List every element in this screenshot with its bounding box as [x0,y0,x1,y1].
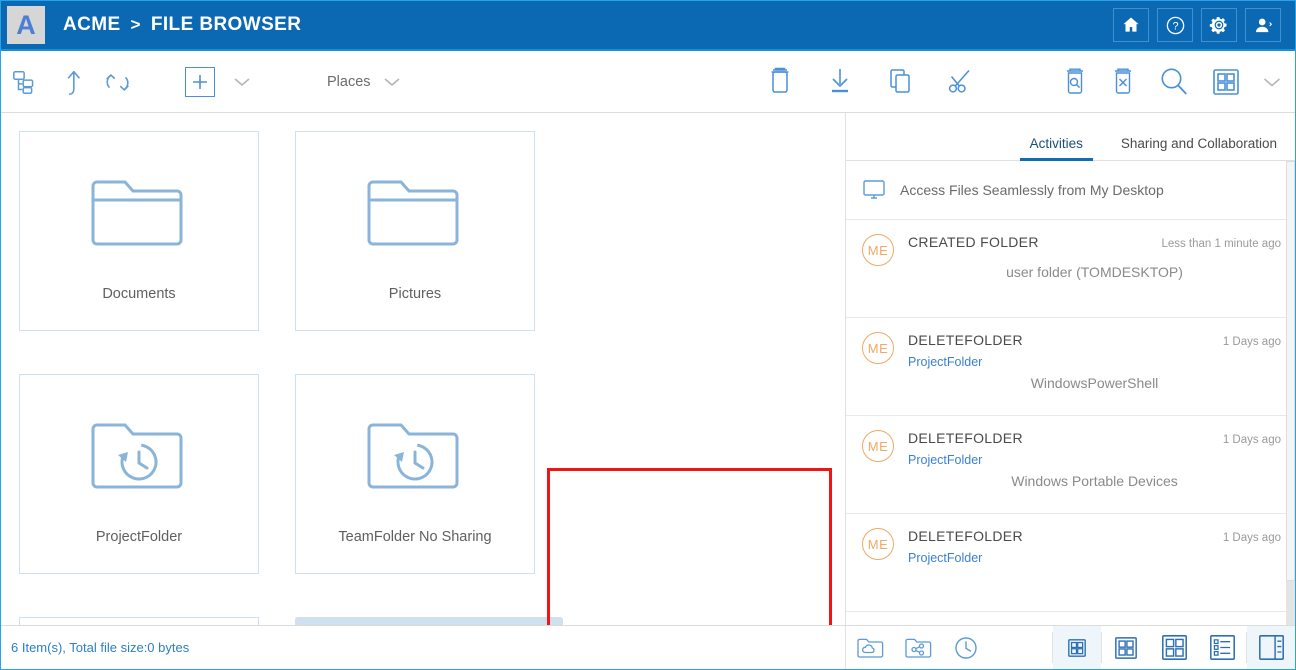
status-text: 6 Item(s), Total file size:0 bytes [1,626,846,669]
file-browser-window: A ACME > FILE BROWSER ? Places Documents… [0,0,1296,670]
places-dropdown[interactable]: Places [327,74,401,90]
up-arrow-icon[interactable] [57,60,85,104]
file-tile-user-folder[interactable]: user folder (TOMDESKTOP) [295,617,571,625]
logo-letter: A [16,9,36,40]
toolbar-chevron-down-icon[interactable] [1261,71,1283,93]
activities-scrollbar-thumb[interactable] [1286,161,1295,581]
main-body: Documents Pictures ProjectFolder TeamFol… [1,113,1295,625]
folder-plain-icon [87,160,191,270]
activity-item[interactable]: ME CREATED FOLDER Less than 1 minute ago… [846,220,1295,318]
file-tile-pictures[interactable]: Pictures [295,131,571,374]
user-icon[interactable] [1245,8,1281,42]
view-large-grid-icon[interactable] [1150,626,1198,669]
activity-time: 1 Days ago [1222,434,1281,446]
trash-icon[interactable] [765,60,795,104]
tab-label: Activities [1029,136,1083,151]
panel-tabs: Activities Sharing and Collaboration [846,113,1295,161]
file-tile-documents[interactable]: Documents [19,131,295,374]
toolbar-left-group: Places [1,60,401,104]
file-grid-pane: Documents Pictures ProjectFolder TeamFol… [1,113,846,625]
scissors-icon[interactable] [945,60,975,104]
activities-pane: Activities Sharing and Collaboration Acc… [846,113,1295,625]
avatar: ME [862,528,894,560]
home-icon[interactable] [1113,8,1149,42]
cloud-folder-icon[interactable] [846,626,894,669]
activity-detail: Windows Portable Devices [1011,473,1178,489]
trash-empty-icon[interactable] [1109,60,1137,104]
footer-tools [846,626,1295,669]
add-chevron-down-icon[interactable] [231,71,253,93]
places-chevron-down-icon [383,76,401,88]
search-icon[interactable] [1157,60,1191,104]
avatar: ME [862,332,894,364]
trash-search-icon[interactable] [1061,60,1089,104]
tab-sharing-and-collaboration[interactable]: Sharing and Collaboration [1111,136,1287,160]
help-icon[interactable]: ? [1157,8,1193,42]
add-button[interactable] [185,66,215,97]
grid-view-icon[interactable] [1211,60,1241,104]
header-actions: ? [1113,8,1295,42]
activity-link[interactable]: ProjectFolder [908,355,1281,369]
activity-list: Access Files Seamlessly from My Desktop … [846,161,1295,625]
file-tile-label: ProjectFolder [95,529,183,545]
places-label: Places [327,73,371,90]
share-folder-icon[interactable] [894,626,942,669]
breadcrumb-separator: > [130,15,141,34]
toolbar-file-actions [765,60,975,104]
clock-icon[interactable] [942,626,990,669]
desktop-promo-row[interactable]: Access Files Seamlessly from My Desktop [846,161,1295,220]
desktop-promo-text: Access Files Seamlessly from My Desktop [900,182,1164,198]
activity-time: 1 Days ago [1222,532,1281,544]
main-toolbar: Places [1,51,1295,113]
activity-link[interactable]: ProjectFolder [908,551,1281,565]
tab-label: Sharing and Collaboration [1120,136,1277,151]
gear-icon[interactable] [1201,8,1237,42]
view-list-icon[interactable] [1198,626,1246,669]
file-tile-label: TeamFolder No Sharing [338,529,492,545]
folder-history-icon [87,403,191,513]
file-tile-teamfolder-no-sharing[interactable]: TeamFolder No Sharing [295,374,571,617]
folder-plain-icon [363,160,467,270]
activities-scrollbar[interactable] [1286,161,1295,625]
status-bar: 6 Item(s), Total file size:0 bytes [1,625,1295,669]
view-tiny-grid-icon[interactable] [1053,626,1101,669]
activity-detail: WindowsPowerShell [1030,375,1159,391]
activity-time: 1 Days ago [1222,336,1281,348]
app-logo: A [7,6,45,44]
app-header: A ACME > FILE BROWSER ? [1,1,1295,51]
folder-history-icon [363,403,467,513]
activity-title: DELETEFOLDER [908,332,1023,348]
file-tile-label: Pictures [388,286,442,302]
activity-link[interactable]: ProjectFolder [908,453,1281,467]
download-icon[interactable] [825,60,855,104]
avatar: ME [862,234,894,266]
view-small-grid-icon[interactable] [1102,626,1150,669]
breadcrumb-section[interactable]: FILE BROWSER [151,14,301,36]
breadcrumb: ACME > FILE BROWSER [63,14,301,36]
tab-activities[interactable]: Activities [1019,136,1094,161]
activity-item[interactable]: ME DELETEFOLDER 1 Days ago ProjectFolder… [846,318,1295,416]
view-split-icon[interactable] [1247,626,1295,669]
file-tile-grid: Documents Pictures ProjectFolder TeamFol… [19,131,845,625]
activity-item[interactable]: ME DELETEFOLDER 1 Days ago ProjectFolder… [846,416,1295,514]
activity-detail: user folder (TOMDESKTOP) [1006,264,1183,280]
activity-title: DELETEFOLDER [908,430,1023,446]
activity-title: CREATED FOLDER [908,234,1039,250]
tree-view-icon[interactable] [11,60,41,104]
file-tile-label: Documents [102,286,176,302]
monitor-icon [862,179,886,201]
copy-icon[interactable] [885,60,915,104]
toolbar-right-group [1061,60,1295,104]
activity-time: Less than 1 minute ago [1161,238,1281,250]
activity-title: DELETEFOLDER [908,528,1023,544]
refresh-icon[interactable] [101,60,135,104]
svg-text:?: ? [1172,20,1178,32]
file-tile-teamshare[interactable]: TeamShare [19,617,295,625]
file-tile-projectfolder[interactable]: ProjectFolder [19,374,295,617]
avatar: ME [862,430,894,462]
breadcrumb-brand[interactable]: ACME [63,14,121,36]
activity-item[interactable]: ME DELETEFOLDER 1 Days ago ProjectFolder [846,514,1295,612]
